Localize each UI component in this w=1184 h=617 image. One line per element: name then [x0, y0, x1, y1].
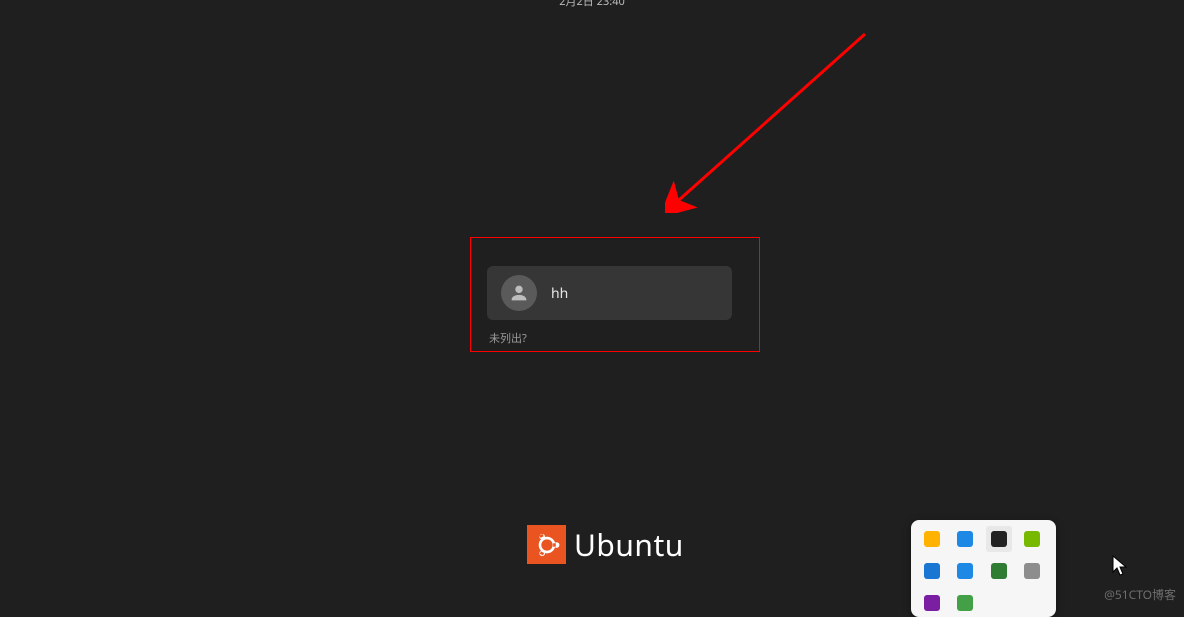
login-highlight-box: hh 未列出?: [470, 237, 760, 352]
play-icon[interactable]: [952, 590, 978, 616]
onenote-icon[interactable]: [919, 590, 945, 616]
idm-icon[interactable]: [986, 558, 1012, 584]
username-label: hh: [551, 284, 568, 303]
ubuntu-logo-icon: [527, 525, 566, 564]
annotation-arrow: [665, 28, 875, 213]
top-clock: 2月2日 23:40: [0, 0, 1184, 16]
ubuntu-wordmark: Ubuntu: [574, 524, 684, 565]
watermark-text: @51CTO博客: [1104, 586, 1176, 603]
not-listed-link[interactable]: 未列出?: [489, 330, 743, 346]
system-tray-popup[interactable]: [911, 520, 1056, 617]
circle-icon[interactable]: [919, 558, 945, 584]
avatar-icon: [501, 275, 537, 311]
edge-icon[interactable]: [952, 526, 978, 552]
ubuntu-brand: Ubuntu: [527, 524, 684, 565]
security-icon[interactable]: [919, 526, 945, 552]
onedrive-icon[interactable]: [1019, 558, 1045, 584]
mouse-cursor-icon: [1112, 555, 1128, 577]
copilot-icon[interactable]: [986, 526, 1012, 552]
sync-icon[interactable]: [952, 558, 978, 584]
nvidia-icon[interactable]: [1019, 526, 1045, 552]
user-entry[interactable]: hh: [487, 266, 732, 320]
